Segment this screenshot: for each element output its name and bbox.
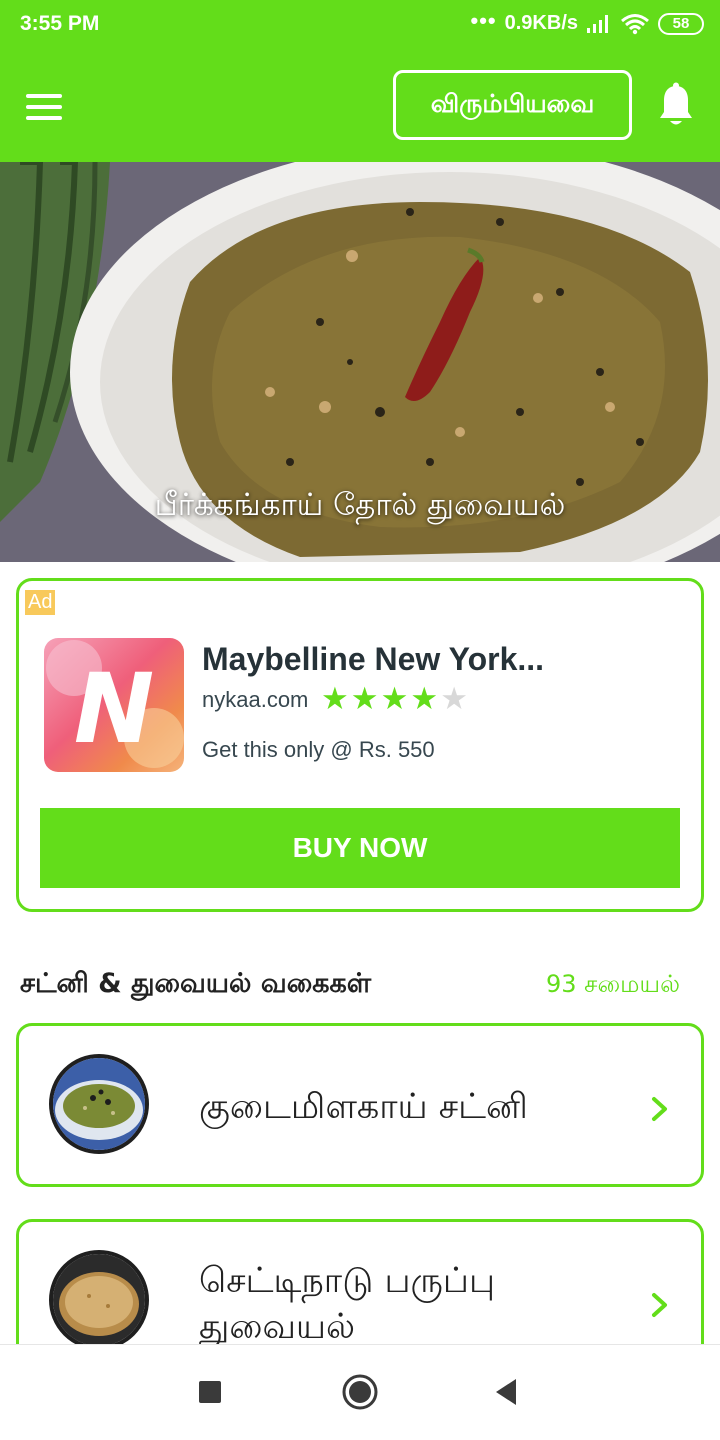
ad-logo-letter: N bbox=[74, 653, 154, 765]
recipe-count: 93 சமையல் bbox=[546, 970, 680, 998]
status-bar: 3:55 PM ••• 0.9KB/s 58 bbox=[0, 0, 720, 52]
triangle-back-icon[interactable] bbox=[483, 1369, 529, 1415]
system-navigation-bar bbox=[0, 1344, 720, 1440]
star-filled-icon: ★ bbox=[321, 681, 349, 717]
wifi-icon bbox=[621, 13, 649, 34]
recipe-thumbnail bbox=[49, 1054, 149, 1154]
ad-badge: Ad bbox=[25, 590, 56, 615]
hamburger-icon[interactable] bbox=[26, 94, 62, 120]
app-bar: விரும்பியவை bbox=[0, 52, 720, 162]
star-empty-icon: ★ bbox=[440, 681, 468, 717]
recipe-name: செட்டிநாடு பருப்பு துவையல் bbox=[199, 1261, 496, 1347]
status-time: 3:55 PM bbox=[20, 12, 100, 35]
chevron-right-icon bbox=[652, 1293, 667, 1317]
star-filled-icon: ★ bbox=[380, 681, 409, 717]
featured-recipe-title: பீர்க்கங்காய் தோல் துவையல் bbox=[154, 487, 566, 523]
star-filled-icon: ★ bbox=[410, 681, 439, 717]
battery-icon: 58 bbox=[658, 12, 704, 35]
signal-icon bbox=[587, 14, 608, 33]
section-title: சட்னி & துவையல் வகைகள் bbox=[20, 968, 372, 999]
ad-domain: nykaa.com bbox=[202, 687, 309, 712]
ad-rating: ★ ★ ★ ★ ★ bbox=[321, 681, 468, 717]
ad-description: Get this only @ Rs. 550 bbox=[202, 737, 435, 762]
featured-recipe-banner[interactable]: பீர்க்கங்காய் தோல் துவையல் bbox=[0, 162, 720, 562]
ad-title[interactable]: Maybelline New York... bbox=[202, 641, 544, 678]
ad-logo-image: N bbox=[44, 638, 184, 772]
more-dots-icon: ••• bbox=[470, 7, 497, 33]
favorites-button[interactable]: விரும்பியவை bbox=[393, 70, 632, 140]
network-speed: 0.9KB/s bbox=[504, 12, 578, 34]
battery-level: 58 bbox=[658, 12, 704, 35]
circle-icon[interactable] bbox=[337, 1369, 383, 1415]
bell-icon[interactable] bbox=[656, 82, 696, 130]
recipe-list-item[interactable]: குடைமிளகாய் சட்னி bbox=[16, 1023, 704, 1187]
star-filled-icon: ★ bbox=[350, 681, 379, 717]
status-indicators: ••• 0.9KB/s 58 bbox=[470, 7, 704, 35]
buy-now-button[interactable]: BUY NOW bbox=[40, 808, 680, 888]
recipe-thumbnail bbox=[49, 1250, 149, 1350]
recipe-name: குடைமிளகாய் சட்னி bbox=[199, 1087, 528, 1127]
ad-card[interactable]: Ad N Maybelline New York... nykaa.com ★ ★… bbox=[16, 578, 704, 912]
chevron-right-icon bbox=[652, 1097, 667, 1121]
square-icon[interactable] bbox=[187, 1369, 233, 1415]
